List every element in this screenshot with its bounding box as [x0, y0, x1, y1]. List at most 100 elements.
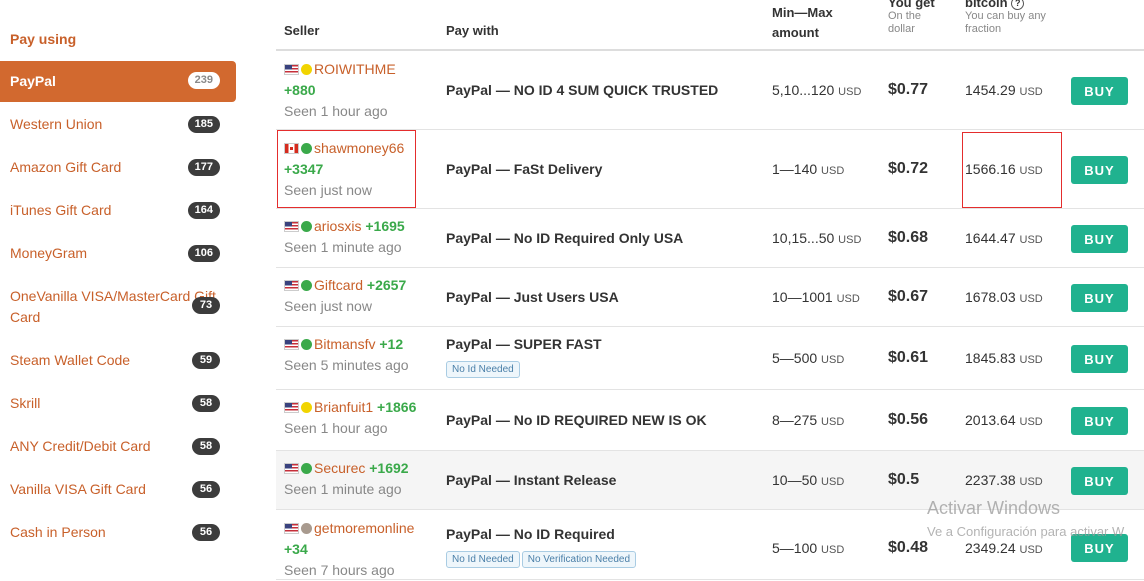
- pay-with-cell: PayPal — No ID Required Only USA: [446, 230, 683, 246]
- seller-column-header: Seller: [284, 23, 320, 38]
- seller-name-link[interactable]: Giftcard: [314, 277, 363, 293]
- amount-range-value: 5,10...120: [772, 81, 835, 98]
- offers-table: Seller Pay with Min—Max amount You get O…: [276, 0, 1144, 580]
- sidebar-item[interactable]: MoneyGram 106: [0, 243, 236, 265]
- last-seen-text: Seen 1 hour ago: [284, 420, 388, 436]
- sidebar-item[interactable]: PayPal 239: [0, 61, 236, 102]
- seller-name-link[interactable]: Securec: [314, 460, 365, 476]
- sidebar-item-count-badge: 177: [187, 159, 220, 176]
- amount-range: 10—50 USD: [772, 472, 844, 488]
- requirement-tag: No Id Needed: [446, 551, 520, 568]
- bitcoin-price-value: 2013.64: [965, 411, 1016, 428]
- sidebar-item-count-badge: 56: [192, 481, 220, 498]
- seller-cell: ariosxis +1695 Seen 1 minute ago: [284, 216, 405, 258]
- sidebar-item[interactable]: Cash in Person 56: [0, 522, 236, 544]
- help-icon[interactable]: ?: [1011, 0, 1025, 10]
- pay-with-cell: PayPal — No ID Required No Id Needed No Ve…: [446, 526, 638, 568]
- sidebar-item-label: Vanilla VISA Gift Card: [10, 481, 146, 497]
- sidebar-item-count-badge: 58: [192, 395, 220, 412]
- price-per-dollar: $0.67: [888, 287, 929, 305]
- price-per-dollar: $0.68: [888, 228, 929, 246]
- windows-activation-title: Activar Windows: [927, 498, 1061, 518]
- pay-with-column-header: Pay with: [446, 23, 499, 38]
- you-get-label: You get: [888, 0, 935, 10]
- offer-title[interactable]: PayPal — FaSt Delivery: [446, 161, 602, 177]
- us-flag-icon: [284, 463, 299, 474]
- price-per-dollar: $0.48: [888, 539, 929, 556]
- us-flag-icon: [284, 221, 299, 232]
- seller-cell: ROIWITHME +880 Seen 1 hour ago: [284, 59, 396, 122]
- you-get-sublabel: On the dollar: [888, 10, 922, 35]
- pay-with-cell: PayPal — Just Users USA: [446, 289, 619, 305]
- amount-range-value: 5—500: [772, 349, 818, 366]
- buy-button[interactable]: BUY: [1071, 224, 1128, 253]
- seller-name-link[interactable]: Bitmansfv: [314, 336, 375, 352]
- buy-button[interactable]: BUY: [1071, 283, 1128, 312]
- amount-range: 8—275 USD: [772, 412, 844, 428]
- amount-range-value: 8—275: [772, 411, 818, 428]
- amount-range-value: 10—50: [772, 471, 818, 488]
- price-per-dollar: $0.56: [888, 410, 929, 428]
- amount-range: 10—1001 USD: [772, 289, 860, 305]
- bitcoin-price: 2349.24 USD: [965, 540, 1043, 556]
- payment-method-sidebar: Pay using PayPal 239 Western Union 185 Amazo…: [0, 0, 240, 570]
- offer-title[interactable]: PayPal — SUPER FAST: [446, 336, 602, 352]
- seller-score: +12: [379, 336, 404, 352]
- seller-cell: getmoremonline +34 Seen 7 hours ago: [284, 518, 414, 581]
- sidebar-item[interactable]: Vanilla VISA Gift Card 56: [0, 479, 236, 501]
- buy-button[interactable]: BUY: [1071, 76, 1128, 105]
- sidebar-item[interactable]: OneVanilla VISA/MasterCard Gift Card 73: [0, 286, 236, 330]
- sidebar-item[interactable]: Amazon Gift Card 177: [0, 157, 236, 179]
- sidebar-item[interactable]: ANY Credit/Debit Card 58: [0, 436, 236, 458]
- last-seen-text: Seen 1 minute ago: [284, 239, 402, 255]
- offer-title[interactable]: PayPal — Just Users USA: [446, 289, 619, 305]
- offer-title[interactable]: PayPal — Instant Release: [446, 472, 616, 488]
- online-status-dot-icon: [301, 64, 312, 75]
- currency-unit: USD: [1019, 292, 1043, 305]
- bitcoin-price-value: 1644.47: [965, 229, 1016, 246]
- online-status-dot-icon: [301, 280, 312, 291]
- last-seen-text: Seen 7 hours ago: [284, 562, 395, 578]
- sidebar-item-count-badge: 59: [192, 352, 220, 369]
- seller-name-link[interactable]: ariosxis: [314, 218, 361, 234]
- bitcoin-price: 1644.47 USD: [965, 230, 1043, 246]
- offer-title[interactable]: PayPal — No ID Required: [446, 526, 638, 542]
- bitcoin-price: 1454.29 USD: [965, 82, 1043, 98]
- sidebar-item[interactable]: Western Union 185: [0, 114, 236, 136]
- sidebar-item[interactable]: Steam Wallet Code 59: [0, 350, 236, 372]
- bitcoin-column-header: bitcoin ? You can buy any fraction: [965, 0, 1060, 36]
- buy-button[interactable]: BUY: [1071, 406, 1128, 435]
- us-flag-icon: [284, 280, 299, 291]
- buy-button[interactable]: BUY: [1071, 344, 1128, 373]
- seller-name-link[interactable]: getmoremonline: [314, 520, 414, 536]
- highlight-seller-box: [277, 130, 416, 208]
- seller-name-link[interactable]: ROIWITHME: [314, 61, 396, 77]
- offer-title[interactable]: PayPal — No ID Required Only USA: [446, 230, 683, 246]
- requirement-tag: No Verification Needed: [521, 551, 637, 568]
- us-flag-icon: [284, 339, 299, 350]
- pay-with-cell: PayPal — NO ID 4 SUM QUICK TRUSTED: [446, 82, 718, 98]
- currency-unit: USD: [1019, 85, 1043, 98]
- last-seen-text: Seen 1 hour ago: [284, 103, 388, 119]
- us-flag-icon: [284, 402, 299, 413]
- buy-button[interactable]: BUY: [1071, 155, 1128, 184]
- amount-range: 5,10...120 USD: [772, 82, 861, 98]
- sidebar-item[interactable]: iTunes Gift Card 164: [0, 200, 236, 222]
- price-per-dollar: $0.72: [888, 159, 929, 177]
- pay-using-heading: Pay using: [10, 31, 77, 47]
- offer-title[interactable]: PayPal — No ID REQUIRED NEW IS OK: [446, 412, 707, 428]
- seller-name-link[interactable]: Brianfuit1: [314, 399, 373, 415]
- sidebar-item-count-badge: 73: [192, 297, 220, 314]
- buy-button[interactable]: BUY: [1071, 466, 1128, 495]
- pay-with-cell: PayPal — No ID REQUIRED NEW IS OK: [446, 412, 707, 428]
- bitcoin-price: 1845.83 USD: [965, 350, 1043, 366]
- us-flag-icon: [284, 64, 299, 75]
- bitcoin-price-value: 2237.38: [965, 471, 1016, 488]
- amount-range: 5—100 USD: [772, 540, 844, 556]
- sidebar-item[interactable]: Skrill 58: [0, 393, 236, 415]
- amount-range-value: 5—100: [772, 540, 818, 556]
- bitcoin-price-value: 1845.83: [965, 349, 1016, 366]
- last-seen-text: Seen just now: [284, 298, 372, 314]
- amount-range-value: 10,15...50: [772, 229, 835, 246]
- offer-title[interactable]: PayPal — NO ID 4 SUM QUICK TRUSTED: [446, 82, 718, 98]
